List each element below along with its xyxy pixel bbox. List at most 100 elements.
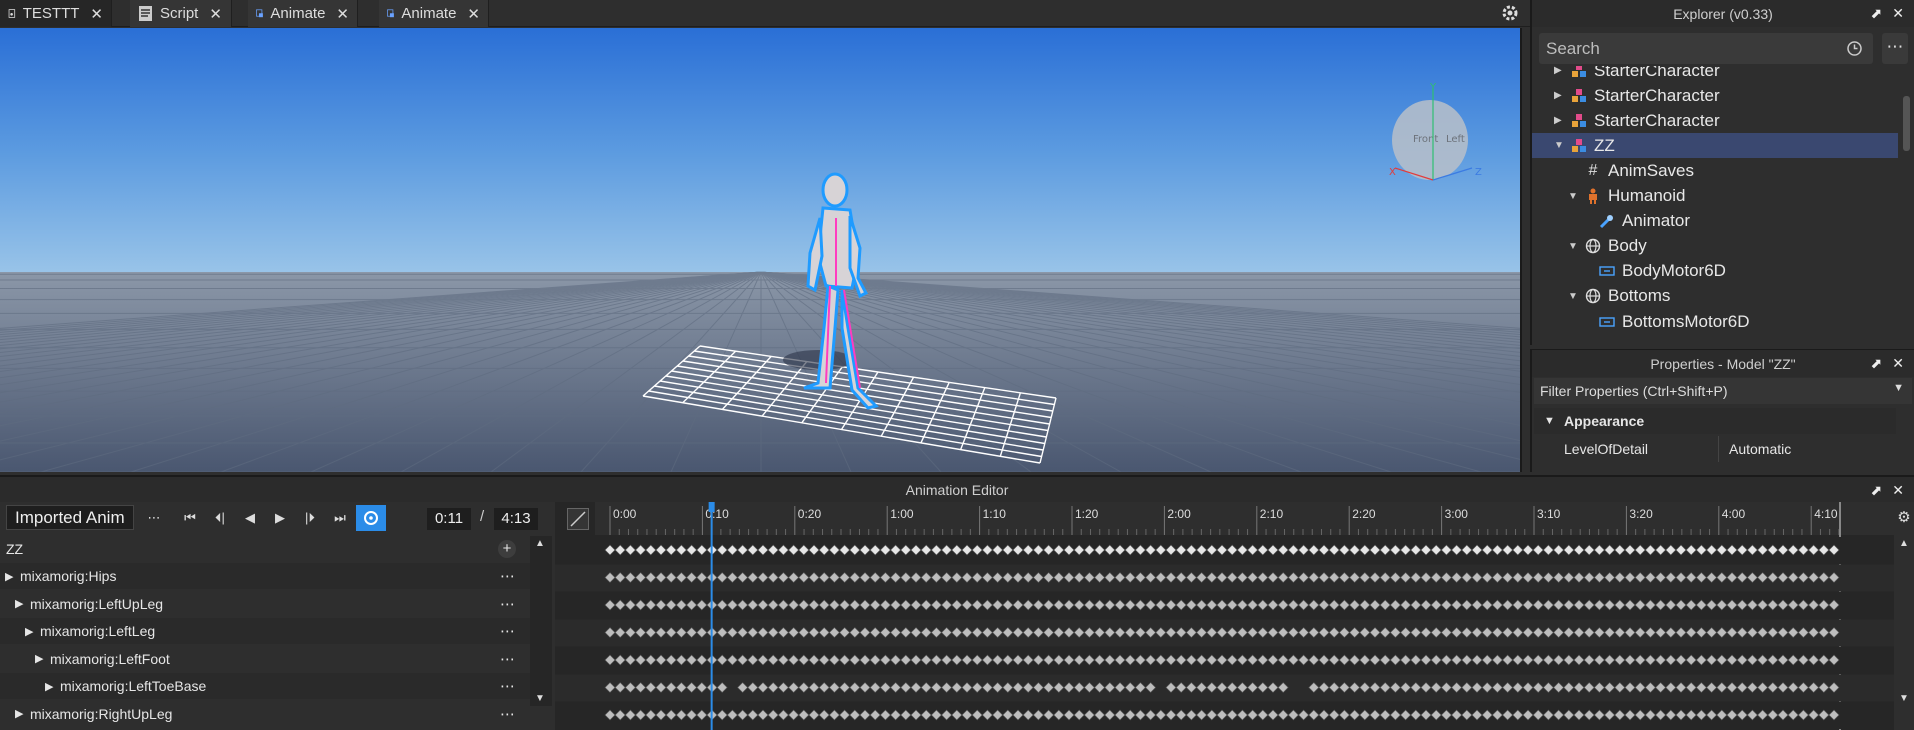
close-tab-icon[interactable]: ✕ (209, 5, 222, 23)
animation-name-dropdown[interactable]: Imported Anim (6, 505, 134, 530)
undock-icon[interactable]: ⬈ (1871, 355, 1883, 372)
timeline-settings-gear-icon[interactable]: ⚙ (1894, 508, 1914, 528)
ruler-tick-label: 2:10 (1260, 507, 1284, 521)
close-panel-icon[interactable]: ✕ (1892, 482, 1904, 499)
filter-properties-input[interactable]: Filter Properties (Ctrl+Shift+P) ▼ (1534, 378, 1912, 404)
scrollbar-thumb[interactable] (1903, 96, 1910, 151)
track-row[interactable]: ▶ mixamorig:LeftFoot ⋯ (0, 645, 530, 672)
expand-arrow-icon[interactable]: ▶ (25, 625, 33, 638)
explorer-item-label: Body (1608, 236, 1647, 256)
ruler-tick-label: 0:20 (798, 507, 822, 521)
track-row[interactable]: ▶ mixamorig:LeftUpLeg ⋯ (0, 590, 530, 617)
track-row[interactable]: ▶ mixamorig:Hips ⋯ (0, 563, 530, 589)
undock-icon[interactable]: ⬈ (1871, 5, 1883, 22)
curve-editor-icon[interactable] (567, 508, 589, 530)
skip-to-end-icon[interactable]: ⏭ (330, 508, 350, 528)
explorer-search-input[interactable]: Search (1539, 33, 1873, 64)
explorer-item[interactable]: ▼ Bottoms (1532, 284, 1898, 309)
track-options-icon[interactable]: ⋯ (500, 622, 516, 640)
more-options-icon[interactable]: ⋯ (1882, 33, 1908, 64)
expand-arrow-icon[interactable]: ▶ (5, 570, 13, 583)
playhead-handle[interactable] (708, 502, 715, 512)
expand-arrow-icon[interactable]: ▶ (45, 680, 53, 693)
explorer-item[interactable]: ▼ ZZ (1532, 133, 1898, 159)
dopesheet[interactable]: 0:00 0:10 0:20 1:00 1:10 1:20 2:00 2:10 2:20 3:00… (555, 502, 1894, 730)
explorer-item[interactable]: ▼ Humanoid (1532, 184, 1898, 209)
scroll-down-icon[interactable]: ▼ (535, 693, 545, 704)
timeline-scrollbar[interactable]: ▲ ▼ (1894, 536, 1914, 706)
expand-arrow-icon[interactable]: ▶ (35, 652, 43, 665)
tab-animate-1[interactable]: Animate ✕ (248, 0, 358, 27)
scroll-down-icon[interactable]: ▼ (1899, 693, 1909, 704)
history-icon[interactable] (1846, 40, 1863, 57)
properties-panel: Properties - Model "ZZ" ⬈ ✕ Filter Proper… (1530, 349, 1914, 472)
explorer-item-label: ZZ (1594, 135, 1615, 155)
explorer-item-label: BodyMotor6D (1622, 261, 1726, 281)
tab-animate-2[interactable]: Animate ✕ (379, 0, 489, 27)
track-options-icon[interactable]: ⋯ (500, 650, 516, 668)
close-tab-icon[interactable]: ✕ (336, 5, 349, 23)
time-ruler[interactable] (595, 502, 1894, 535)
tab-label: Animate (401, 5, 457, 22)
explorer-item[interactable]: BodyMotor6D (1532, 259, 1898, 284)
timeline-area[interactable]: 0:00 0:10 0:20 1:00 1:10 1:20 2:00 2:10 2:20 3:00… (555, 502, 1894, 730)
collapse-arrow-icon[interactable]: ▶ (1554, 90, 1562, 101)
explorer-item[interactable]: ▶ StarterCharacter (1532, 66, 1898, 83)
previous-keyframe-icon[interactable]: ⏴| (210, 508, 230, 528)
track-options-icon[interactable]: ⋯ (500, 677, 516, 695)
tab-script[interactable]: Script ✕ (130, 0, 232, 27)
close-panel-icon[interactable]: ✕ (1892, 5, 1904, 22)
track-options-icon[interactable]: ⋯ (500, 595, 516, 613)
close-tab-icon[interactable]: ✕ (467, 5, 480, 23)
track-row[interactable]: ▶ mixamorig:LeftLeg ⋯ (0, 618, 530, 644)
collapse-arrow-icon[interactable]: ▶ (1554, 66, 1562, 76)
property-category-appearance[interactable]: ▼ Appearance (1534, 408, 1896, 434)
track-row[interactable]: ▶ mixamorig:LeftToeBase ⋯ (0, 673, 530, 699)
play-icon[interactable]: ▶ (270, 508, 290, 528)
expand-arrow-icon[interactable]: ▼ (1568, 191, 1578, 202)
end-time-input[interactable]: 4:13 (494, 508, 538, 530)
scroll-up-icon[interactable]: ▲ (535, 538, 545, 549)
loop-toggle-button[interactable] (356, 505, 386, 531)
scroll-up-icon[interactable]: ▲ (1899, 538, 1909, 549)
explorer-item[interactable]: Animator (1532, 209, 1898, 234)
undock-icon[interactable]: ⬈ (1871, 482, 1883, 499)
close-panel-icon[interactable]: ✕ (1892, 355, 1904, 372)
next-keyframe-icon[interactable]: |⏵ (300, 508, 320, 528)
explorer-item[interactable]: BottomsMotor6D (1532, 309, 1898, 334)
model-icon (1570, 137, 1588, 155)
collapse-arrow-icon[interactable]: ▼ (1544, 415, 1555, 427)
track-list-scrollbar[interactable]: ▲ ▼ (530, 536, 552, 706)
explorer-item[interactable]: # AnimSaves (1532, 158, 1898, 183)
expand-arrow-icon[interactable]: ▼ (1568, 291, 1578, 302)
more-options-icon[interactable]: ⋯ (144, 508, 164, 528)
expand-arrow-icon[interactable]: ▶ (15, 707, 23, 720)
property-row[interactable]: LevelOfDetail Automatic (1534, 436, 1896, 462)
skip-to-start-icon[interactable]: ⏮ (180, 508, 200, 528)
play-reverse-icon[interactable]: ◀ (240, 508, 260, 528)
track-root[interactable]: ZZ + (0, 536, 530, 562)
explorer-title: Explorer (v0.33) (1673, 5, 1773, 22)
explorer-scrollbar[interactable] (1900, 66, 1912, 342)
current-time-input[interactable]: 0:11 (427, 508, 471, 530)
3d-viewport[interactable]: Front Left Y X Z (0, 28, 1522, 472)
view-cube[interactable]: Front Left Y X Z (1389, 82, 1482, 181)
expand-arrow-icon[interactable]: ▼ (1554, 140, 1564, 151)
track-options-icon[interactable]: ⋯ (500, 567, 516, 585)
track-row[interactable]: ▶ mixamorig:RightUpLeg ⋯ (0, 700, 530, 727)
tab-label: Script (160, 5, 199, 22)
collapse-arrow-icon[interactable]: ▶ (1554, 115, 1562, 126)
property-value[interactable]: Automatic (1718, 436, 1791, 462)
expand-arrow-icon[interactable]: ▶ (15, 597, 23, 610)
chevron-down-icon[interactable]: ▼ (1893, 382, 1904, 394)
explorer-item[interactable]: ▼ Body (1532, 234, 1898, 259)
close-tab-icon[interactable]: ✕ (90, 5, 103, 23)
explorer-item[interactable]: ▶ StarterCharacter (1532, 83, 1898, 108)
explorer-item[interactable]: ▶ StarterCharacter (1532, 108, 1898, 133)
expand-arrow-icon[interactable]: ▼ (1568, 241, 1578, 252)
settings-gear-icon[interactable] (1500, 3, 1520, 23)
tab-testtt[interactable]: TESTTT ✕ (0, 0, 112, 27)
track-options-icon[interactable]: ⋯ (500, 705, 516, 723)
model-icon (1570, 87, 1588, 105)
add-track-icon[interactable]: + (498, 540, 516, 558)
